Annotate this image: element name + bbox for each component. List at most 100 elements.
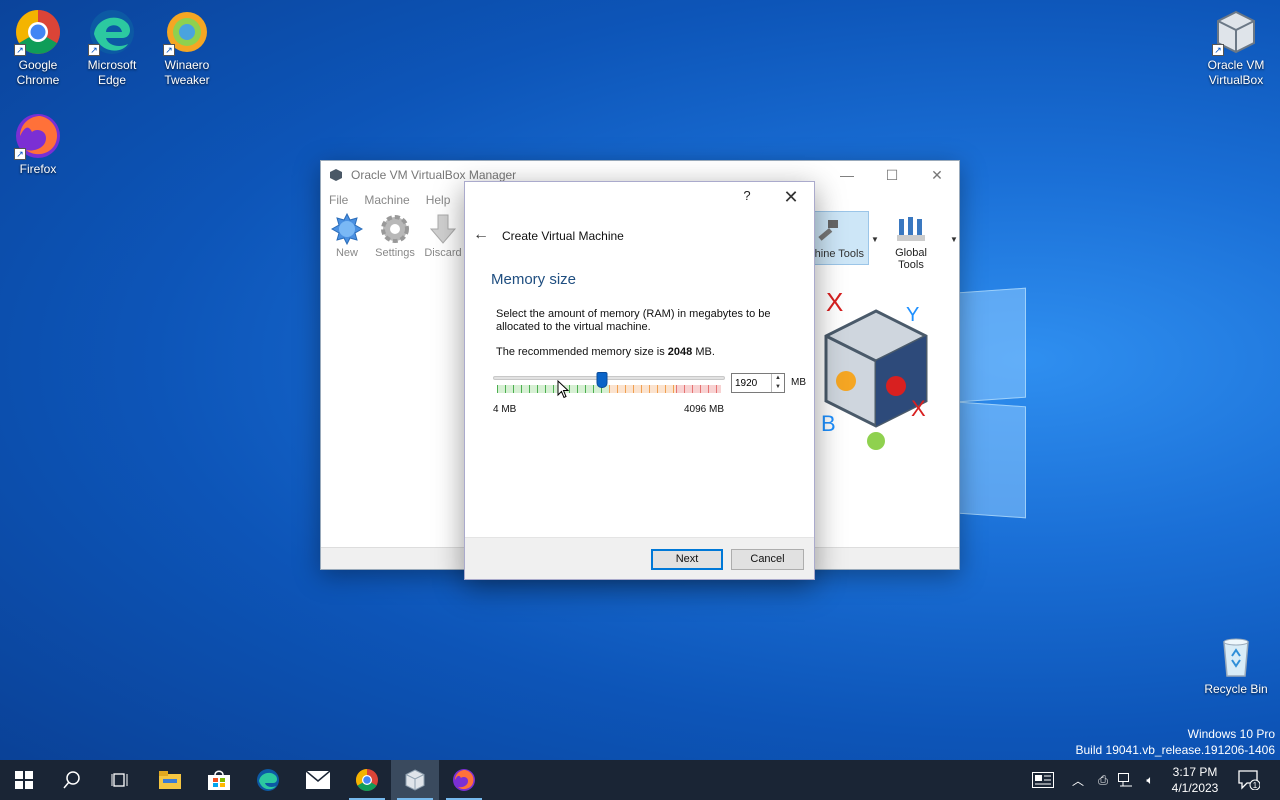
slider-ticks (497, 385, 721, 393)
menu-help[interactable]: Help (426, 193, 451, 207)
desktop-icon-chrome[interactable]: ↗ Google Chrome (0, 8, 76, 88)
memory-spinbox[interactable]: ▲ ▼ (731, 373, 785, 393)
slider-zone (676, 385, 721, 393)
machine-tools-label: hine Tools (814, 248, 864, 260)
dialog-footer: Next Cancel (465, 537, 814, 579)
global-tools-label: Global Tools (895, 247, 927, 271)
settings-button[interactable]: Settings (371, 211, 419, 259)
recommended-suffix: MB. (692, 346, 715, 358)
mail-icon (306, 771, 330, 789)
hammer-icon (818, 220, 838, 241)
firefox-taskbar-button[interactable] (440, 760, 488, 800)
start-icon (15, 771, 33, 789)
volume-icon[interactable]: 🔈︎ (1140, 760, 1160, 800)
winaero-tweaker-icon: ↗ (163, 8, 211, 56)
help-button[interactable]: ? (737, 188, 757, 203)
page-heading: Memory size (491, 271, 577, 288)
desktop-icon-firefox[interactable]: ↗ Firefox (0, 112, 76, 177)
discard-arrow-icon (427, 213, 459, 245)
shortcut-arrow-icon: ↗ (163, 44, 175, 56)
network-icon[interactable] (1116, 760, 1136, 800)
recommended-value: 2048 (667, 346, 693, 358)
shortcut-arrow-icon: ↗ (14, 44, 26, 56)
chevron-down-icon[interactable]: ▼ (950, 235, 958, 244)
machine-tools-button[interactable]: hine Tools (811, 211, 869, 265)
menu-machine[interactable]: Machine (364, 193, 409, 207)
task-view-button[interactable] (96, 760, 144, 800)
spin-down-icon[interactable]: ▼ (772, 383, 784, 392)
spin-arrows[interactable]: ▲ ▼ (771, 374, 784, 392)
firefox-icon (453, 769, 475, 791)
desktop-icon-virtualbox[interactable]: ↗ Oracle VM VirtualBox (1198, 8, 1274, 88)
minimize-button[interactable]: — (824, 161, 870, 189)
task-view-icon (111, 773, 128, 787)
news-widget-icon[interactable] (1028, 760, 1058, 800)
chrome-taskbar-button[interactable] (343, 760, 391, 800)
file-explorer-icon (159, 771, 181, 789)
start-button[interactable] (0, 760, 48, 800)
firefox-icon: ↗ (14, 112, 62, 160)
store-button[interactable] (195, 760, 243, 800)
file-explorer-button[interactable] (146, 760, 194, 800)
close-button[interactable]: ✕ (914, 161, 960, 189)
svg-text:Y: Y (906, 304, 919, 326)
discard-button[interactable]: Discard (419, 211, 467, 259)
notification-count: 1 (1253, 781, 1258, 790)
virtualbox-cube-icon: ↗ (1212, 8, 1260, 56)
next-button[interactable]: Next (651, 549, 723, 570)
back-arrow-icon[interactable]: ← (473, 226, 489, 244)
svg-text:X: X (911, 396, 926, 421)
desktop-icon-label: Tweaker (164, 73, 210, 87)
edge-taskbar-button[interactable] (244, 760, 292, 800)
close-icon[interactable]: ✕ (775, 184, 807, 210)
new-icon (330, 212, 364, 246)
desktop-icon-label: Oracle VM (1207, 58, 1265, 72)
clock[interactable]: 3:17 PM 4/1/2023 (1160, 764, 1230, 796)
watermark-build: Build 19041.vb_release.191206-1406 (1075, 743, 1276, 757)
chrome-icon (356, 769, 378, 791)
clock-date: 4/1/2023 (1171, 781, 1219, 795)
dialog-title: Create Virtual Machine (502, 229, 624, 243)
desktop-icon-winaero-tweaker[interactable]: ↗ Winaero Tweaker (149, 8, 225, 88)
virtualbox-logo-icon (329, 168, 343, 182)
recommended-prefix: The recommended memory size is (496, 346, 668, 358)
gear-icon (379, 213, 411, 245)
discard-label: Discard (424, 247, 462, 259)
chevron-up-icon[interactable]: ︿ (1068, 760, 1088, 800)
search-button[interactable] (48, 760, 96, 800)
chevron-down-icon[interactable]: ▼ (871, 235, 879, 244)
mouse-cursor-icon (557, 380, 569, 399)
machine-list[interactable] (321, 267, 466, 549)
notification-center-icon[interactable]: 1 (1234, 760, 1264, 800)
virtualbox-taskbar-button[interactable] (391, 760, 439, 800)
slider-thumb[interactable] (596, 372, 608, 388)
global-tools-icon (897, 217, 925, 241)
spin-up-icon[interactable]: ▲ (772, 374, 784, 383)
desktop-icon-recycle-bin[interactable]: Recycle Bin (1198, 632, 1274, 697)
new-button[interactable]: New (323, 211, 371, 259)
recycle-bin-icon (1212, 632, 1260, 680)
edge-icon (257, 769, 279, 791)
mail-button[interactable] (294, 760, 342, 800)
memory-input[interactable] (732, 374, 770, 392)
desktop-icon-label: Microsoft (87, 58, 137, 72)
cancel-button[interactable]: Cancel (731, 549, 804, 570)
new-label: New (335, 247, 358, 259)
shortcut-arrow-icon: ↗ (88, 44, 100, 56)
store-icon (208, 770, 230, 790)
search-icon (63, 771, 80, 789)
global-tools-button[interactable]: Global Tools (881, 213, 941, 271)
meet-now-icon[interactable]: ⎙ (1094, 760, 1112, 800)
slider-track (493, 376, 725, 380)
desktop-icon-label: VirtualBox (1208, 73, 1264, 87)
menu-file[interactable]: File (329, 193, 348, 207)
memory-slider[interactable] (493, 372, 725, 396)
slider-zone (609, 385, 677, 393)
virtualbox-icon (405, 769, 425, 791)
window-title: Oracle VM VirtualBox Manager (351, 168, 517, 182)
memory-unit: MB (791, 377, 806, 388)
desktop-icon-edge[interactable]: ↗ Microsoft Edge (74, 8, 150, 88)
svg-text:X: X (826, 287, 843, 317)
edge-icon: ↗ (88, 8, 136, 56)
maximize-button[interactable]: ☐ (869, 161, 915, 189)
